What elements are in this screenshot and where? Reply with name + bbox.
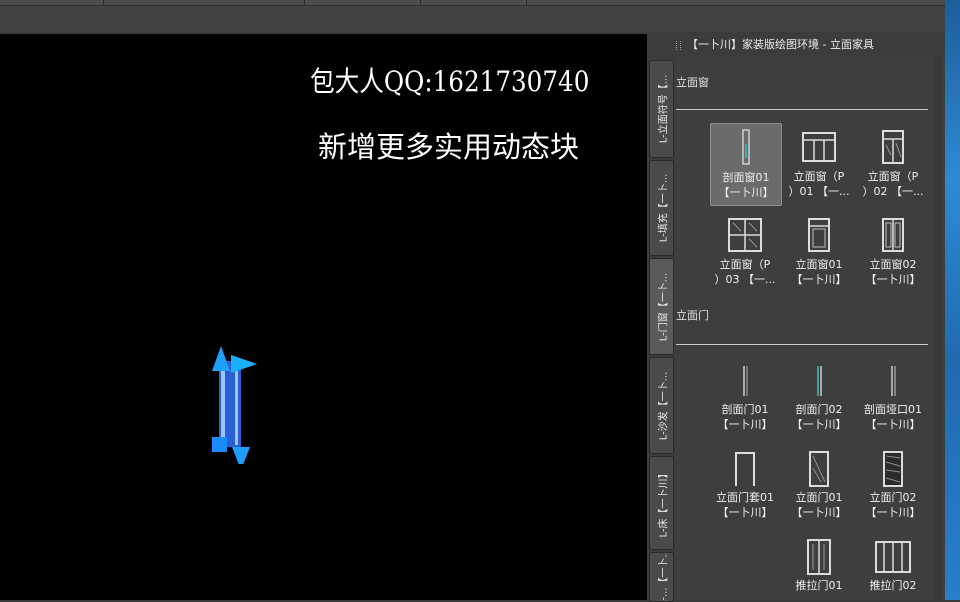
item-label: 剖面垭口01 【一卜川】	[864, 403, 922, 431]
item-label: 立面窗01 【一卜川】	[791, 258, 847, 286]
palette-item[interactable]: 立面窗01 【一卜川】	[784, 211, 854, 292]
item-label: 立面窗（P ）03 【一...	[714, 258, 776, 286]
section-label-elevation-doors: 立面门	[676, 309, 709, 322]
palette-item[interactable]: 推拉门02	[858, 532, 928, 598]
tab-bed[interactable]: L-床【一卜川】	[649, 456, 674, 550]
palette-item[interactable]: 剖面门01 【一卜川】	[710, 356, 780, 436]
palette-item[interactable]: 立面窗（P ）03 【一...	[710, 211, 780, 292]
section-divider	[676, 344, 928, 345]
desktop-background-edge	[945, 0, 960, 600]
section-opening-icon	[891, 366, 896, 396]
tool-palette: 【一卜川】家装版绘图环境 - 立面家具 L-立面符号【... L-填充【一卜..…	[647, 34, 945, 602]
elevation-window-icon	[728, 218, 762, 252]
item-label: 立面门02 【一卜川】	[865, 491, 921, 519]
palette-item[interactable]: 立面门02 【一卜川】	[858, 444, 928, 524]
ribbon-bar	[0, 0, 945, 32]
item-label: 推拉门02	[869, 579, 917, 592]
palette-item[interactable]: 立面窗（P ）02 【一...	[858, 123, 928, 204]
item-label: 立面门01 【一卜川】	[791, 491, 847, 519]
elevation-window-icon	[802, 132, 836, 162]
ribbon-segment[interactable]	[0, 0, 104, 5]
item-label: 立面窗（P ）01 【一...	[788, 170, 850, 198]
palette-tabs: L-立面符号【... L-填充【一卜... L-门窗【一卜... L-沙发【一卜…	[647, 58, 674, 602]
sliding-door-icon	[875, 541, 911, 573]
drawing-canvas[interactable]: 包大人QQ:1621730740 新增更多实用动态块	[0, 34, 647, 600]
item-label: 剖面门02 【一卜川】	[791, 403, 847, 431]
overlay-feature-text: 新增更多实用动态块	[318, 130, 580, 164]
item-label: 立面窗（P ）02 【一...	[862, 170, 924, 198]
tab-more[interactable]: L-...【一卜...	[649, 552, 674, 602]
section-label-elevation-windows: 立面窗	[676, 76, 709, 89]
section-door-icon	[743, 366, 748, 396]
palette-item[interactable]: 剖面窗01 【一卜川】	[710, 123, 782, 206]
palette-content: 立面窗 剖面窗01 【一卜川】 立面窗（P ）01 【一... 立面窗（P ）0…	[674, 56, 945, 600]
palette-item[interactable]: 推拉门01	[784, 532, 854, 598]
elevation-window-icon	[882, 218, 904, 252]
item-label: 剖面窗01 【一卜川】	[718, 171, 774, 199]
ribbon-segment[interactable]	[305, 0, 421, 5]
palette-item[interactable]: 立面窗02 【一卜川】	[858, 211, 928, 292]
section-divider	[676, 109, 928, 110]
tab-elevation-symbols[interactable]: L-立面符号【...	[649, 60, 674, 158]
overlay-contact-text: 包大人QQ:1621730740	[310, 65, 590, 98]
drag-grip-icon[interactable]	[676, 41, 681, 50]
palette-item[interactable]: 立面门套01 【一卜川】	[710, 444, 780, 524]
tab-sofa[interactable]: L-沙发【一卜...	[649, 357, 674, 454]
item-label: 推拉门01	[795, 579, 843, 592]
section-window-icon	[742, 129, 750, 165]
elevation-window-icon	[808, 218, 830, 252]
palette-scrollbar[interactable]	[934, 56, 942, 600]
dynamic-block-grip-icon[interactable]	[205, 339, 265, 464]
palette-item[interactable]: 剖面门02 【一卜川】	[784, 356, 854, 436]
elevation-window-icon	[882, 130, 904, 164]
item-label: 立面门套01 【一卜川】	[716, 491, 774, 519]
item-label: 立面窗02 【一卜川】	[865, 258, 921, 286]
elevation-door-icon	[883, 451, 903, 487]
item-label: 剖面门01 【一卜川】	[717, 403, 773, 431]
ribbon-segment[interactable]	[104, 0, 305, 5]
palette-item[interactable]: 立面窗（P ）01 【一...	[784, 123, 854, 204]
palette-title: 【一卜川】家装版绘图环境 - 立面家具	[687, 38, 874, 51]
palette-item[interactable]: 剖面垭口01 【一卜川】	[858, 356, 928, 436]
tab-hatch[interactable]: L-填充【一卜...	[649, 160, 674, 256]
door-frame-icon	[735, 452, 755, 486]
palette-title-bar[interactable]: 【一卜川】家装版绘图环境 - 立面家具	[647, 34, 945, 56]
ribbon-segment[interactable]	[421, 0, 527, 5]
section-door-icon	[817, 366, 822, 396]
sliding-door-icon	[807, 539, 831, 575]
palette-item[interactable]: 立面门01 【一卜川】	[784, 444, 854, 524]
elevation-door-icon	[809, 451, 829, 487]
tab-doors-windows[interactable]: L-门窗【一卜...	[649, 258, 674, 355]
